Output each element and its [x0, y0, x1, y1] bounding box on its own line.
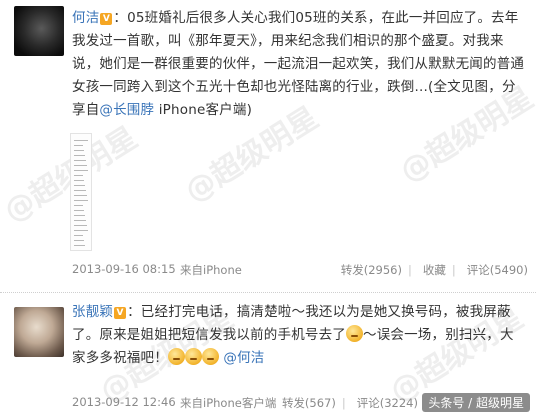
- thumbnail-text-line: [74, 215, 85, 216]
- thumbnail-text-line: [74, 220, 86, 221]
- thumbnail-text-line: [74, 170, 88, 171]
- post-source: 来自iPhone客户端: [180, 396, 277, 410]
- thumbnail-text-line: [74, 230, 88, 231]
- thumbnail-text-line: [74, 190, 86, 191]
- long-text-image-thumbnail[interactable]: [70, 133, 92, 251]
- divider: |: [451, 263, 456, 277]
- post-timestamp-link[interactable]: 2013-09-16 08:15: [72, 262, 176, 276]
- thumbnail-text-line: [74, 150, 84, 151]
- thumbnail-text-line: [74, 180, 84, 181]
- divider: |: [341, 396, 346, 410]
- repost-button[interactable]: 转发(567): [282, 396, 336, 410]
- post-actions: 转发(2956) | 收藏 | 评论(5490): [335, 262, 528, 278]
- post-timestamp-link[interactable]: 2013-09-12 12:46: [72, 395, 176, 409]
- thumbnail-text-line: [74, 225, 87, 226]
- thumbnail-text-line: [74, 175, 83, 176]
- thumbnail-text-line: [74, 240, 84, 241]
- verified-badge-icon: V: [114, 307, 127, 319]
- post-text: 何洁 V ：05班婚礼后很多人关心我们05班的关系，在此一并回应了。去年我发过一首歌…: [72, 7, 526, 122]
- thumbnail-text-line: [74, 205, 83, 206]
- crying-face-emoticon-icon: [167, 348, 185, 365]
- weibo-post: 何洁 V ：05班婚礼后很多人关心我们05班的关系，在此一并回应了。去年我发过一首歌…: [0, 0, 536, 286]
- thumbnail-text-line: [74, 245, 85, 246]
- post-text: 张靓颖 V ：已经打完电话，搞清楚啦～我还以为是她又换号码，被我屏蔽了。原来是姐姐把…: [72, 301, 526, 370]
- dark-portrait-avatar[interactable]: [14, 6, 64, 56]
- selfie-avatar[interactable]: [14, 307, 64, 357]
- divider: |: [408, 263, 412, 277]
- thumbnail-text-line: [74, 155, 85, 156]
- author-name-link[interactable]: 何洁: [72, 10, 99, 26]
- client-text: iPhone客户端): [154, 102, 253, 118]
- comment-button[interactable]: 评论(3224): [357, 396, 418, 410]
- thumbnail-text-line: [74, 145, 83, 146]
- thumbnail-text-line: [74, 140, 88, 141]
- thumbnail-text-line: [74, 160, 86, 161]
- author-name-link[interactable]: 张靓颖: [72, 304, 113, 320]
- post-actions: 转发(567) | 评论(3224): [276, 395, 418, 411]
- crying-face-emoticon-icon: [184, 348, 202, 365]
- favorite-button[interactable]: 收藏: [423, 263, 446, 277]
- thumbnail-text-line: [74, 165, 87, 166]
- thumbnail-text-line: [74, 235, 83, 236]
- source-watermark-label: 头条号 / 超级明星: [422, 393, 530, 412]
- crying-face-emoticon-icon: [201, 348, 219, 365]
- mention-link[interactable]: @长围脖: [99, 102, 154, 118]
- repost-button[interactable]: 转发(2956): [341, 263, 402, 277]
- thumbnail-text-line: [74, 210, 84, 211]
- verified-badge-icon: V: [100, 13, 113, 25]
- comment-button[interactable]: 评论(5490): [467, 263, 528, 277]
- mention-link[interactable]: @何洁: [223, 350, 264, 366]
- crying-face-emoticon-icon: [346, 325, 363, 342]
- post-source: 来自iPhone: [180, 263, 242, 277]
- thumbnail-text-line: [74, 185, 85, 186]
- thumbnail-text-line: [74, 195, 87, 196]
- thumbnail-text-line: [74, 200, 88, 201]
